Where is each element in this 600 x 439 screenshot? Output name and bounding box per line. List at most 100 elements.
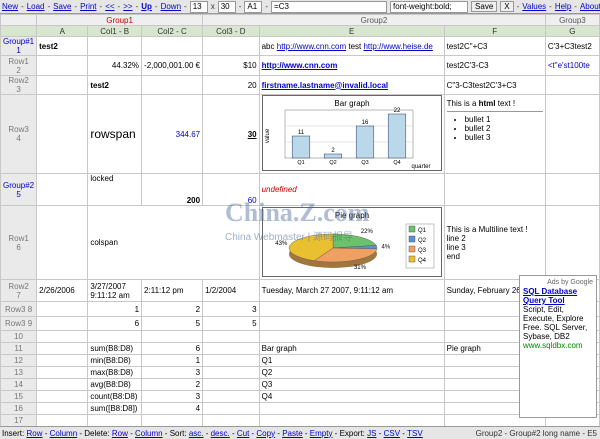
col-header-f[interactable]: F	[443, 25, 546, 37]
row-header-7[interactable]: Row2 7	[0, 279, 38, 302]
cell-a3[interactable]	[36, 75, 89, 95]
next-link[interactable]: >>	[123, 2, 132, 11]
email-link[interactable]: firstname.lastname@invalid.local	[262, 81, 389, 90]
cell-a8[interactable]	[36, 301, 89, 317]
cell-e2[interactable]: http://www.cnn.com	[258, 55, 445, 76]
cell-c17[interactable]	[141, 414, 204, 426]
group2-header[interactable]: Group2	[202, 14, 546, 26]
google-ad[interactable]: Ads by Google SQL Database Query Tool Sc…	[519, 275, 597, 418]
cell-c4[interactable]: 344.67	[141, 94, 204, 174]
cell-d5[interactable]: 60	[202, 173, 260, 206]
row-header-16[interactable]: 16	[0, 402, 38, 415]
cell-d4[interactable]: 30	[202, 94, 260, 174]
cell-c13[interactable]: 3	[141, 366, 204, 379]
cell-b7[interactable]: 3/27/2007 9:11:12 am	[87, 279, 143, 302]
cell-c2[interactable]: -2,000,001.00 €	[141, 55, 204, 76]
cell-f1[interactable]: test2C"+C3	[443, 36, 546, 56]
group1-header[interactable]: Group1	[36, 14, 204, 26]
cell-b6-colspan[interactable]: colspan	[87, 205, 260, 280]
col-header-a[interactable]: A	[36, 25, 89, 37]
cell-d3[interactable]: 20	[202, 75, 260, 95]
cell-e3[interactable]: firstname.lastname@invalid.local	[258, 75, 445, 95]
sort-asc-link[interactable]: asc.	[189, 429, 204, 438]
cell-a5[interactable]	[36, 173, 89, 206]
col-header-g[interactable]: G	[544, 25, 600, 37]
cell-b5-locked[interactable]: locked	[87, 173, 143, 206]
cell-f2[interactable]: test2C'3-C3	[443, 55, 546, 76]
cell-c11[interactable]: 6	[141, 342, 204, 355]
cell-e17[interactable]	[258, 414, 445, 426]
cell-d8[interactable]: 3	[202, 301, 260, 317]
cell-e5[interactable]: undefined	[258, 173, 445, 206]
cell-b15[interactable]: count(B8:D8)	[87, 390, 143, 403]
cell-g2[interactable]: <t"e'st100te	[544, 55, 600, 76]
cell-a10[interactable]	[36, 330, 89, 343]
cell-a7[interactable]: 2/26/2006	[36, 279, 89, 302]
cell-b17[interactable]	[87, 414, 143, 426]
row-header-3[interactable]: Row2 3	[0, 75, 38, 95]
row-header-2[interactable]: Row1 2	[0, 55, 38, 76]
cell-d16[interactable]	[202, 402, 260, 415]
cell-a11[interactable]	[36, 342, 89, 355]
cell-e14[interactable]: Q3	[258, 378, 445, 391]
row-header-17[interactable]: 17	[0, 414, 38, 426]
cell-b10[interactable]	[87, 330, 143, 343]
cell-e8[interactable]	[258, 301, 445, 317]
export-js-link[interactable]: JS	[367, 429, 376, 438]
cell-c16[interactable]: 4	[141, 402, 204, 415]
cell-c5[interactable]: 200	[141, 173, 204, 206]
group3-header[interactable]: Group3	[544, 14, 600, 26]
cell-e13[interactable]: Q2	[258, 366, 445, 379]
cell-a17[interactable]	[36, 414, 89, 426]
cnn-link[interactable]: http://www.cnn.com	[277, 42, 346, 51]
cell-f3[interactable]: C"3-C3test2C'3+C3	[443, 75, 546, 95]
row-header-10[interactable]: 10	[0, 330, 38, 343]
row-header-12[interactable]: 12	[0, 354, 38, 367]
cell-c1[interactable]	[141, 36, 204, 56]
cell-b13[interactable]: max(B8:D8)	[87, 366, 143, 379]
col-input[interactable]	[217, 0, 236, 13]
cell-d2[interactable]: $10	[202, 55, 260, 76]
insert-column-link[interactable]: Column	[50, 429, 78, 438]
cell-a1[interactable]: test2	[36, 36, 89, 56]
formula-input[interactable]	[271, 0, 388, 13]
cell-e9[interactable]	[258, 316, 445, 331]
cell-c3[interactable]	[141, 75, 204, 95]
row-header-11[interactable]: 11	[0, 342, 38, 355]
cell-b1[interactable]	[87, 36, 143, 56]
cell-a4[interactable]	[36, 94, 89, 174]
row-header-9[interactable]: Row3 9	[0, 316, 38, 331]
ad-url[interactable]: www.sqldbx.com	[523, 341, 593, 350]
cell-d9[interactable]: 5	[202, 316, 260, 331]
cell-a15[interactable]	[36, 390, 89, 403]
up-link[interactable]: Up	[141, 2, 152, 11]
cell-e1[interactable]: abc http://www.cnn.com test http://www.h…	[258, 36, 445, 56]
cell-d15[interactable]	[202, 390, 260, 403]
cell-a12[interactable]	[36, 354, 89, 367]
help-link[interactable]: Help	[555, 2, 571, 11]
save-link[interactable]: Save	[53, 2, 71, 11]
ad-title-link[interactable]: SQL Database Query Tool	[523, 287, 593, 305]
cell-e6-pie-graph[interactable]: Pie graph 22% 4% 31% 43% Q1 Q2 Q3 Q4	[258, 205, 445, 280]
cell-b4-rowspan[interactable]: rowspan	[87, 94, 143, 174]
cut-link[interactable]: Cut	[237, 429, 249, 438]
col-header-e[interactable]: E	[258, 25, 445, 37]
row-header-14[interactable]: 14	[0, 378, 38, 391]
cell-f4[interactable]: This is a html text ! bullet 1 bullet 2 …	[443, 94, 546, 174]
row-header-4[interactable]: Row3 4	[0, 94, 38, 174]
cell-d7[interactable]: 1/2/2004	[202, 279, 260, 302]
cancel-button[interactable]: X	[500, 1, 514, 12]
cell-a14[interactable]	[36, 378, 89, 391]
cell-e15[interactable]: Q4	[258, 390, 445, 403]
heise-link[interactable]: http://www.heise.de	[363, 42, 432, 51]
cell-g4[interactable]	[544, 94, 600, 174]
cell-b3[interactable]: test2	[87, 75, 143, 95]
about-link[interactable]: About	[580, 2, 600, 11]
cell-a2[interactable]	[36, 55, 89, 76]
cell-a13[interactable]	[36, 366, 89, 379]
row-header-6[interactable]: Row1 6	[0, 205, 38, 280]
col-header-c[interactable]: Col2 - C	[141, 25, 204, 37]
cell-c15[interactable]: 3	[141, 390, 204, 403]
cell-g6[interactable]	[544, 205, 600, 280]
export-csv-link[interactable]: CSV	[384, 429, 400, 438]
